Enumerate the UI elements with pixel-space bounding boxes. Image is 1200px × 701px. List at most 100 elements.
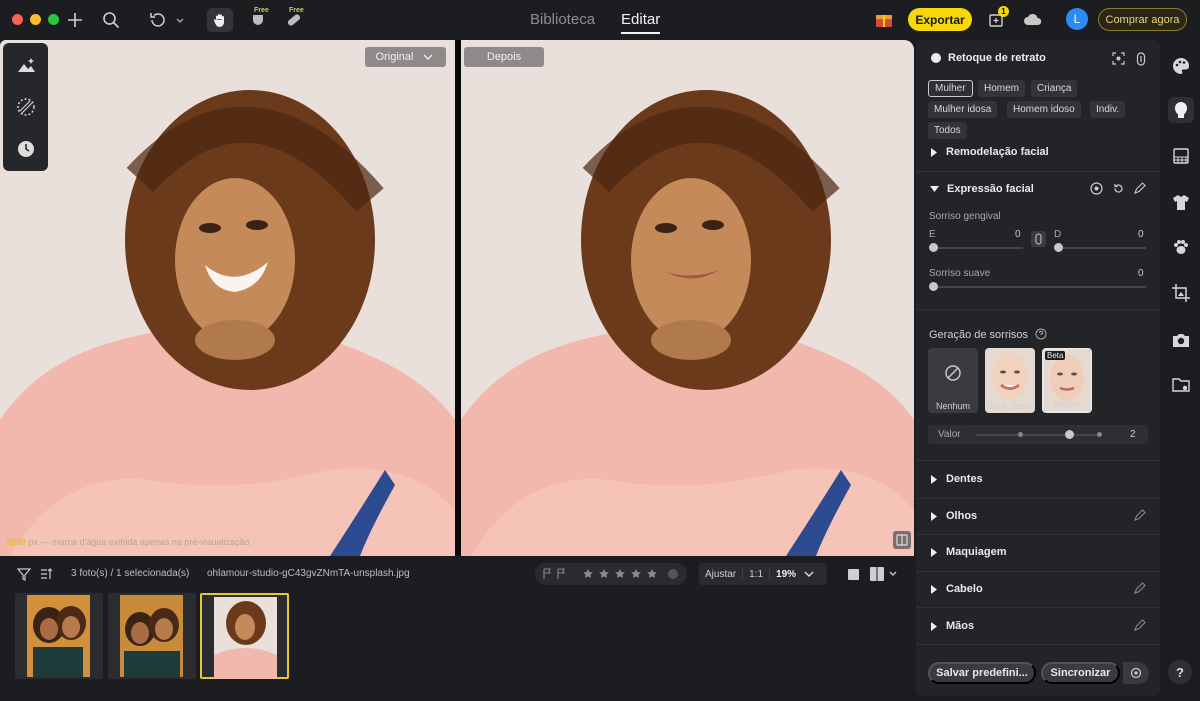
value-slider-box[interactable]: Valor 2 <box>928 425 1148 444</box>
minimize-window-button[interactable] <box>30 14 41 25</box>
filter-icon[interactable] <box>16 567 32 584</box>
edit-brush-icon[interactable] <box>1133 182 1146 198</box>
edit-brush-icon[interactable] <box>1133 582 1146 598</box>
section-label: Dentes <box>946 473 983 485</box>
split-view-icon[interactable] <box>893 531 911 549</box>
smile-option-open[interactable]: Sorri...berto <box>985 348 1035 413</box>
caret-right-icon <box>931 621 937 631</box>
right-side-value: 0 <box>1138 229 1144 240</box>
zoom-controls: Ajustar 1:1 19% <box>699 563 827 585</box>
tab-edit[interactable]: Editar <box>621 11 661 34</box>
portrait-face-icon[interactable] <box>1168 97 1194 123</box>
gift-icon[interactable] <box>872 8 896 32</box>
zoom-level[interactable]: 19% <box>770 569 802 580</box>
camera-icon[interactable] <box>1171 330 1191 350</box>
after-label: Depois <box>464 47 544 67</box>
chip-all[interactable]: Todos <box>928 122 967 139</box>
gum-smile-label: Sorriso gengival <box>929 211 1001 222</box>
avatar[interactable]: L <box>1066 8 1088 30</box>
smile-option-neutral[interactable]: Beta Neutro <box>1042 348 1092 413</box>
thumbnail-1[interactable] <box>15 593 103 679</box>
search-icon[interactable] <box>100 8 122 32</box>
chip-older-woman[interactable]: Mulher idosa <box>928 101 998 118</box>
smile-option-label: Neutro <box>1053 399 1081 409</box>
maximize-window-button[interactable] <box>48 14 59 25</box>
original-dropdown[interactable]: Original <box>365 47 446 67</box>
image-enhance-icon[interactable] <box>15 55 37 77</box>
photo-viewer[interactable]: Original 2000 px — marca d'água exibida … <box>0 40 914 556</box>
slider-knob[interactable] <box>929 282 938 291</box>
star-rating[interactable] <box>583 569 657 578</box>
thumbnail-3-selected[interactable] <box>200 593 289 679</box>
chip-man[interactable]: Homem <box>978 80 1026 97</box>
history-icon[interactable] <box>15 138 37 160</box>
sync-settings-icon[interactable] <box>1123 662 1149 684</box>
smile-option-none[interactable]: Nenhum <box>928 348 978 413</box>
reject-flag-icon[interactable] <box>557 568 565 579</box>
pet-paw-icon[interactable] <box>1171 237 1191 257</box>
link-icon[interactable] <box>1136 52 1146 69</box>
top-bar: Free Free Biblioteca Editar Exportar 1 L… <box>0 0 1200 40</box>
divider <box>916 607 1160 608</box>
buy-now-button[interactable]: Comprar agora <box>1098 8 1187 31</box>
edit-brush-icon[interactable] <box>1133 619 1146 635</box>
section-hair[interactable]: Cabelo <box>930 583 983 595</box>
preview-eye-icon[interactable] <box>1090 182 1103 198</box>
gum-smile-left-slider[interactable] <box>931 247 1023 249</box>
section-hands[interactable]: Mãos <box>930 620 974 632</box>
add-icon[interactable] <box>64 8 86 32</box>
edit-brush-icon[interactable] <box>1133 509 1146 525</box>
palette-icon[interactable] <box>1171 56 1191 76</box>
section-eyes[interactable]: Olhos <box>930 510 977 522</box>
export-button[interactable]: Exportar <box>908 8 972 31</box>
file-name: ohlamour-studio-gC43gvZNmTA-unsplash.jpg <box>207 568 410 579</box>
texture-icon[interactable] <box>15 96 37 118</box>
chip-individual[interactable]: Indiv. <box>1090 101 1126 118</box>
chip-child[interactable]: Criança <box>1031 80 1078 97</box>
value-slider-track[interactable] <box>976 434 1100 436</box>
thumbnail-2[interactable] <box>108 593 196 679</box>
section-face-reshape[interactable]: Remodelação facial <box>930 146 1049 158</box>
caret-right-icon <box>931 474 937 484</box>
chevron-down-icon <box>423 54 433 60</box>
background-icon[interactable] <box>1171 146 1191 166</box>
value-number: 2 <box>1130 429 1136 440</box>
folder-settings-icon[interactable] <box>1171 375 1191 395</box>
flag-icon[interactable] <box>543 568 551 579</box>
crop-icon[interactable] <box>1171 283 1191 303</box>
slider-knob[interactable] <box>929 243 938 252</box>
caret-right-icon <box>931 511 937 521</box>
face-detect-icon[interactable] <box>1112 52 1125 68</box>
chip-older-man[interactable]: Homem idoso <box>1007 101 1081 118</box>
section-facial-expression[interactable]: Expressão facial <box>930 183 1034 195</box>
value-slider-knob[interactable] <box>1064 430 1074 439</box>
soft-smile-slider[interactable] <box>931 286 1146 288</box>
slider-knob[interactable] <box>1054 243 1063 252</box>
one-to-one-button[interactable]: 1:1 <box>742 568 771 580</box>
undo-icon[interactable] <box>146 8 186 32</box>
color-label-icon[interactable] <box>668 569 678 579</box>
help-circle-icon[interactable] <box>1035 328 1047 343</box>
section-teeth[interactable]: Dentes <box>930 473 983 485</box>
cloud-sync-icon[interactable] <box>1022 8 1044 32</box>
chip-woman[interactable]: Mulher <box>928 80 973 97</box>
thumbnail-image <box>214 597 277 679</box>
close-window-button[interactable] <box>12 14 23 25</box>
gum-smile-right-slider[interactable] <box>1057 247 1146 249</box>
watermark-note: 2000 px — marca d'água exibida apenas na… <box>6 537 252 547</box>
single-view-icon[interactable] <box>847 568 860 584</box>
section-makeup[interactable]: Maquiagem <box>930 546 1007 558</box>
save-preset-button[interactable]: Salvar predefini... <box>928 662 1036 684</box>
hand-tool-icon[interactable] <box>207 8 233 32</box>
clothing-icon[interactable] <box>1171 192 1191 212</box>
help-button[interactable]: ? <box>1168 660 1192 684</box>
tab-library[interactable]: Biblioteca <box>530 11 595 34</box>
sort-icon[interactable] <box>39 567 53 584</box>
divider <box>916 534 1160 535</box>
sync-button[interactable]: Sincronizar <box>1041 662 1120 684</box>
fit-button[interactable]: Ajustar <box>699 569 742 580</box>
before-after-view-icon[interactable] <box>869 566 899 585</box>
chevron-down-icon[interactable] <box>802 569 816 579</box>
reset-icon[interactable] <box>1112 182 1125 198</box>
link-sliders-icon[interactable] <box>1031 231 1046 247</box>
